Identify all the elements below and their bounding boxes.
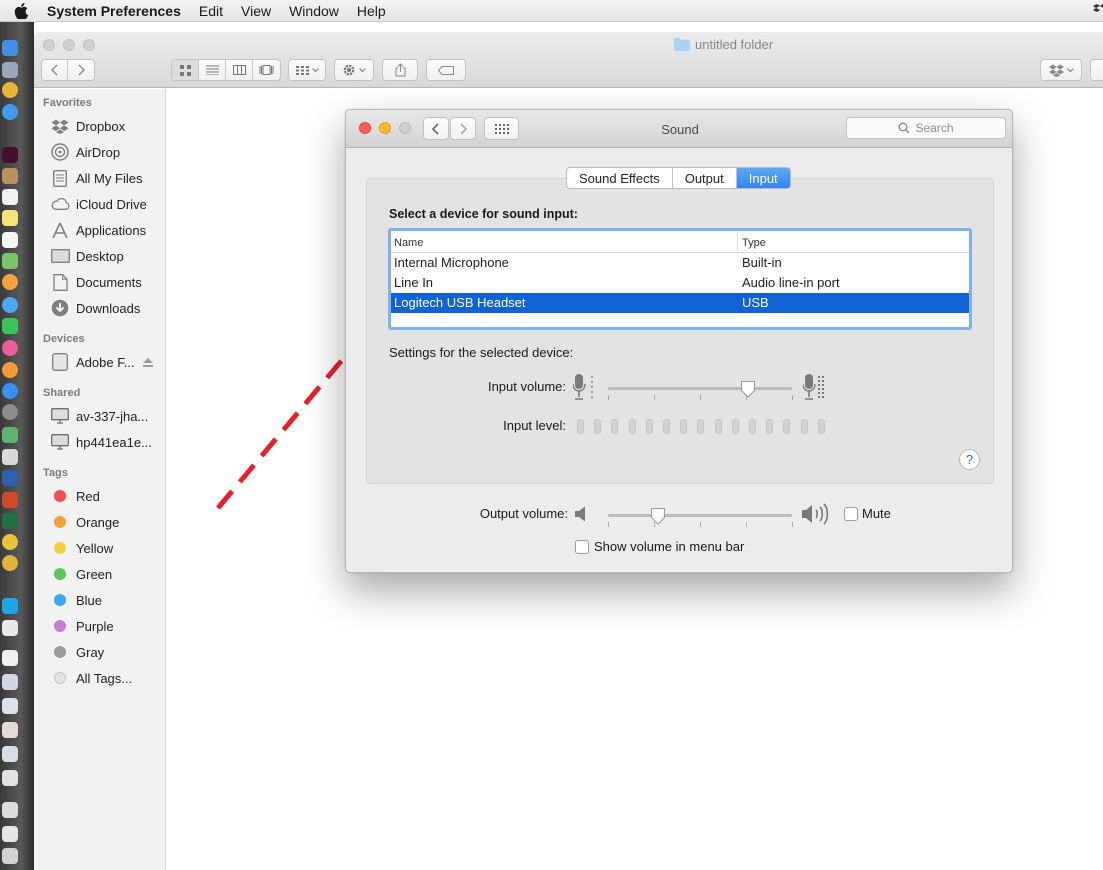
table-row-selected[interactable]: Logitech USB Headset USB <box>391 293 969 313</box>
mute-label: Mute <box>862 506 891 521</box>
sound-preferences-window: Sound Search Sound Effects Output Input … <box>345 109 1013 573</box>
slider-tick <box>608 522 609 527</box>
slider-tick <box>654 522 655 527</box>
level-segment <box>577 419 584 434</box>
speaker-low-icon <box>575 506 589 525</box>
input-level-label: Input level: <box>503 418 566 433</box>
tab-bar: Sound Effects Output Input <box>566 167 791 189</box>
mute-checkbox[interactable] <box>844 507 858 521</box>
level-segment <box>817 419 825 434</box>
device-type: USB <box>742 295 769 310</box>
input-device-table: Name Type Internal Microphone Built-in L… <box>388 228 972 330</box>
device-name: Internal Microphone <box>394 255 509 270</box>
column-divider <box>737 233 738 251</box>
slider-tick <box>700 522 701 527</box>
device-type: Built-in <box>742 255 782 270</box>
level-segment <box>645 419 653 434</box>
speaker-high-icon <box>802 502 834 529</box>
output-volume-thumb[interactable] <box>650 507 666 525</box>
microphone-low-icon <box>572 373 595 404</box>
show-volume-checkbox[interactable] <box>575 540 589 554</box>
level-segment <box>628 419 636 434</box>
device-name: Logitech USB Headset <box>394 295 526 310</box>
search-placeholder: Search <box>915 121 954 135</box>
tab-output[interactable]: Output <box>673 168 737 188</box>
tab-sound-effects[interactable]: Sound Effects <box>567 168 673 188</box>
output-volume-label: Output volume: <box>479 506 568 521</box>
show-volume-label: Show volume in menu bar <box>594 539 745 554</box>
table-row[interactable]: Internal Microphone Built-in <box>391 253 969 273</box>
slider-tick <box>792 395 793 400</box>
column-header-name[interactable]: Name <box>394 237 423 249</box>
column-header-type[interactable]: Type <box>742 237 766 249</box>
input-volume-label: Input volume: <box>487 379 566 394</box>
slider-tick <box>608 395 609 400</box>
input-volume-track[interactable] <box>608 387 792 390</box>
input-volume-thumb[interactable] <box>740 380 756 398</box>
level-segment <box>663 419 670 434</box>
search-icon <box>898 122 911 134</box>
level-segment <box>680 419 688 434</box>
slider-tick <box>792 522 793 527</box>
input-panel <box>366 178 994 484</box>
slider-tick <box>746 522 747 527</box>
level-segment <box>783 419 791 434</box>
device-type: Audio line-in port <box>742 275 840 290</box>
output-volume-track[interactable] <box>608 514 792 517</box>
level-segment <box>766 419 774 434</box>
slider-tick <box>746 395 747 400</box>
level-segment <box>800 419 808 434</box>
level-segment <box>714 419 722 434</box>
device-name: Line In <box>394 275 434 290</box>
sound-toolbar: Sound Search <box>346 110 1012 148</box>
help-button[interactable]: ? <box>959 449 980 470</box>
settings-label: Settings for the selected device: <box>389 345 574 360</box>
select-device-heading: Select a device for sound input: <box>389 207 578 221</box>
search-field[interactable]: Search <box>846 117 1006 139</box>
microphone-high-icon <box>802 373 827 404</box>
slider-tick <box>700 395 701 400</box>
tab-input[interactable]: Input <box>736 168 790 188</box>
level-segment <box>731 419 739 434</box>
level-segment <box>611 419 619 434</box>
level-segment <box>697 419 705 434</box>
level-segment <box>749 419 756 434</box>
level-segment <box>594 419 602 434</box>
slider-tick <box>654 395 655 400</box>
table-row[interactable]: Line In Audio line-in port <box>391 273 969 293</box>
